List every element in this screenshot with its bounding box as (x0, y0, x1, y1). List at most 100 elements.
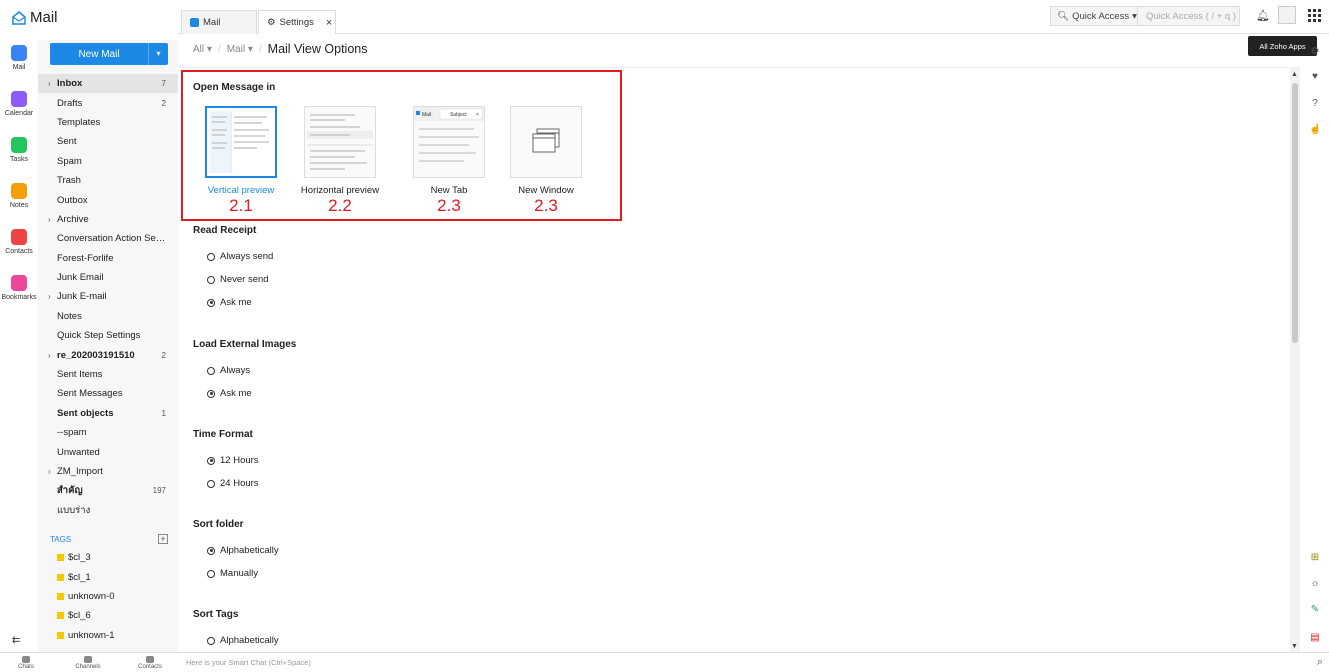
settings-side-icon[interactable]: ⚙ (1309, 46, 1321, 58)
radio-option[interactable]: Ask me (207, 297, 252, 308)
new-window-option[interactable] (510, 106, 582, 178)
scroll-down-icon[interactable]: ▼ (1291, 643, 1298, 650)
folder-item[interactable]: Drafts 2 (38, 93, 178, 112)
chevron-right-icon[interactable]: › (48, 215, 51, 224)
folder-item[interactable]: › re_202003191510 2 (38, 345, 178, 364)
rail-item-calendar[interactable]: Calendar (0, 86, 38, 132)
new-mail-button[interactable]: New Mail ▾ (50, 43, 168, 65)
radio-option[interactable]: Never send (207, 274, 269, 285)
folder-item[interactable]: Notes (38, 307, 178, 326)
channels-button[interactable]: Channels (74, 656, 102, 670)
radio-option[interactable]: Alphabetically (207, 635, 279, 646)
folder-item[interactable]: › Inbox 7 (38, 74, 178, 94)
folder-item[interactable]: Sent objects 1 (38, 404, 178, 423)
folder-item[interactable]: Templates (38, 113, 178, 132)
rail-item-mail[interactable]: Mail (0, 40, 38, 86)
view-option-label[interactable]: New Tab (394, 185, 504, 196)
view-option-label[interactable]: Horizontal preview (285, 185, 395, 196)
folder-item[interactable]: Junk Email (38, 268, 178, 287)
radio-option[interactable]: 24 Hours (207, 478, 259, 489)
tag-item[interactable]: $cl_3 (38, 548, 178, 567)
tag-item[interactable]: $cl_6 (38, 606, 178, 625)
tag-item[interactable]: $cl_1 (38, 567, 178, 586)
folder-item[interactable]: Forest-Forlife (38, 249, 178, 268)
smart-chat-input[interactable]: Here is your Smart Chat (Ctrl+Space) (186, 658, 311, 667)
heart-icon[interactable]: ♥ (1309, 71, 1321, 83)
folder-item[interactable]: สำคัญ 197 (38, 481, 178, 500)
folder-item[interactable]: Trash (38, 171, 178, 190)
chats-button[interactable]: Chats (12, 656, 40, 670)
radio-option[interactable]: 12 Hours (207, 455, 259, 466)
folder-item[interactable]: › Archive (38, 210, 178, 229)
new-tab-option[interactable]: Mail Subject × (413, 106, 485, 178)
radio-button[interactable] (207, 456, 215, 465)
folder-item[interactable]: › Junk E-mail (38, 287, 178, 306)
folder-item[interactable]: Unwanted (38, 442, 178, 461)
hand-icon[interactable]: ☝ (1309, 124, 1321, 136)
view-option-label[interactable]: New Window (491, 185, 601, 196)
folder-item[interactable]: Spam (38, 152, 178, 171)
tag-item[interactable]: unknown-1 (38, 626, 178, 645)
horizontal-preview-option[interactable] (304, 106, 376, 178)
chevron-right-icon[interactable]: › (48, 79, 51, 88)
tags-header: TAGS + (50, 534, 168, 544)
radio-button[interactable] (207, 366, 215, 375)
folder-item[interactable]: › ZM_Import (38, 462, 178, 481)
add-note-icon[interactable]: ⊞ (1309, 552, 1321, 564)
tag-item[interactable]: unknown-0 (38, 587, 178, 606)
radio-option[interactable]: Alphabetically (207, 545, 279, 556)
radio-button[interactable] (207, 546, 215, 555)
rail-item-tasks[interactable]: Tasks (0, 132, 38, 178)
chevron-right-icon[interactable]: › (48, 292, 51, 301)
vertical-preview-option[interactable] (205, 106, 277, 178)
radio-button[interactable] (207, 479, 215, 488)
apps-grid-icon[interactable] (1308, 9, 1321, 22)
folder-item[interactable]: Sent (38, 132, 178, 151)
radio-option[interactable]: Ask me (207, 388, 252, 399)
radio-button[interactable] (207, 275, 215, 284)
close-icon[interactable]: × (326, 17, 332, 29)
breadcrumb-all[interactable]: All ▾ (193, 44, 212, 55)
scroll-up-icon[interactable]: ▲ (1291, 71, 1298, 78)
view-option-label[interactable]: Vertical preview (186, 185, 296, 196)
breadcrumb-mail[interactable]: Mail ▾ (227, 44, 253, 55)
chevron-right-icon[interactable]: › (48, 351, 51, 360)
folder-item[interactable]: Sent Messages (38, 384, 178, 403)
tab-mail[interactable]: Mail (181, 10, 257, 34)
folder-item[interactable]: แบบร่าง (38, 501, 178, 520)
avatar[interactable] (1278, 6, 1296, 24)
radio-option[interactable]: Always send (207, 251, 273, 262)
help-icon[interactable]: ? (1309, 98, 1321, 110)
contacts-button[interactable]: Contacts (136, 656, 164, 670)
radio-button[interactable] (207, 569, 215, 578)
radio-button[interactable] (207, 389, 215, 398)
app-logo[interactable]: Mail (12, 9, 58, 26)
search-icon[interactable]: ⌕ (1317, 656, 1323, 669)
scrollbar-thumb[interactable] (1292, 83, 1298, 343)
rail-item-contacts[interactable]: Contacts (0, 224, 38, 270)
chevron-right-icon[interactable]: › (48, 467, 51, 476)
rail-item-notes[interactable]: Notes (0, 178, 38, 224)
rail-item-bookmarks[interactable]: Bookmarks (0, 270, 38, 316)
bulb-icon[interactable]: ☼ (1309, 578, 1321, 590)
collapse-sidebar-icon[interactable]: ⇇ (12, 635, 20, 646)
folder-item[interactable]: --spam (38, 423, 178, 442)
radio-button[interactable] (207, 636, 215, 645)
folder-item[interactable]: Outbox (38, 190, 178, 209)
radio-button[interactable] (207, 298, 215, 307)
add-tag-icon[interactable]: + (158, 534, 168, 544)
radio-button[interactable] (207, 252, 215, 261)
radio-option[interactable]: Manually (207, 568, 258, 579)
chevron-down-icon[interactable]: ▾ (148, 43, 168, 65)
pin-icon[interactable]: ✎ (1309, 604, 1321, 616)
feedback-icon[interactable]: ▤ (1309, 632, 1321, 644)
folder-item[interactable]: Sent Items (38, 365, 178, 384)
folder-item[interactable]: Conversation Action Sett... (38, 229, 178, 248)
folder-item[interactable]: Quick Step Settings (38, 326, 178, 345)
quick-access-input[interactable]: Quick Access ( / + q ) (1138, 6, 1240, 26)
bell-icon[interactable]: 🔔︎ (1256, 9, 1270, 22)
quick-access-dropdown[interactable]: 🔍︎ Quick Access ▾ (1050, 6, 1138, 26)
radio-option[interactable]: Always (207, 365, 250, 376)
content-scrollbar[interactable]: ▲ ▼ (1290, 67, 1300, 652)
tab-settings[interactable]: ⚙ Settings × (258, 10, 336, 34)
